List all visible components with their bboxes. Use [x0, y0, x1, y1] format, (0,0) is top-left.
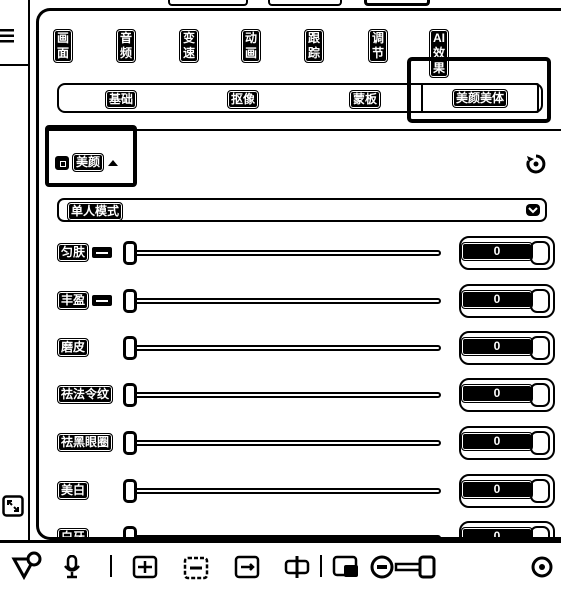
shapes-icon[interactable] [10, 551, 44, 581]
whiten-slider[interactable] [123, 479, 441, 503]
whiten-stepper[interactable]: 0 [459, 474, 555, 508]
tab-tracking[interactable]: 跟踪 [304, 29, 325, 63]
top-tab-stub [364, 0, 430, 6]
slider-label: 美白 [57, 481, 90, 500]
toolbar-divider [320, 555, 322, 577]
slider-row-dark-circles: 祛黑眼圈 0 [53, 425, 555, 461]
tab-picture[interactable]: 画面 [53, 29, 74, 63]
stepper-arrows-icon[interactable] [530, 289, 550, 313]
left-strip-divider [0, 64, 30, 66]
mirror-icon[interactable] [283, 555, 311, 579]
slider-label: 祛法令纹 [57, 385, 114, 404]
beauty-section-label: 美颜 [72, 153, 105, 172]
slider-row-nasolabial: 祛法令纹 0 [53, 377, 555, 413]
stepper-value[interactable]: 0 [461, 527, 533, 537]
stepper-arrows-icon[interactable] [530, 241, 550, 265]
slider-label: 白牙 [57, 528, 90, 537]
vip-badge-icon [92, 294, 113, 306]
pip-icon[interactable] [332, 555, 360, 579]
white-teeth-stepper[interactable]: 0 [459, 521, 555, 537]
tab-animation[interactable]: 动画 [241, 29, 262, 63]
stepper-value[interactable]: 0 [461, 290, 533, 309]
stepper-value[interactable]: 0 [461, 432, 533, 451]
reset-icon[interactable] [525, 153, 547, 175]
slider-thumb[interactable] [123, 526, 137, 537]
split-icon[interactable] [132, 555, 158, 579]
stepper-arrows-icon[interactable] [530, 383, 550, 407]
tab-adjust[interactable]: 调节 [368, 29, 389, 63]
slider-row-plump: 丰盈 0 [53, 283, 555, 319]
slider-row-white-teeth: 白牙 0 [53, 520, 555, 537]
bottom-toolbar [0, 540, 561, 589]
subtab-beauty-body[interactable]: 美颜美体 [421, 83, 539, 113]
zoom-fit-icon[interactable] [530, 555, 554, 579]
left-panel-strip [0, 0, 30, 540]
slider-thumb[interactable] [123, 336, 137, 360]
subtab-basic[interactable]: 基础 [105, 90, 138, 109]
top-tab-stub [168, 0, 248, 6]
subtab-cutout[interactable]: 抠像 [227, 90, 260, 109]
beauty-checkbox[interactable] [55, 155, 69, 170]
stepper-arrows-icon[interactable] [530, 526, 550, 537]
fullscreen-icon[interactable] [2, 495, 24, 517]
properties-panel: 画面 音频 变速 动画 跟踪 调节 AI效果 基础 抠像 蒙板 美颜美体 美颜 … [36, 8, 561, 540]
slider-thumb[interactable] [123, 479, 137, 503]
slider-thumb[interactable] [123, 241, 137, 265]
mode-select[interactable]: 单人模式 [57, 198, 547, 222]
mode-select-value: 单人模式 [67, 202, 124, 221]
slider-label: 匀肤 [57, 243, 90, 262]
freeze-frame-icon[interactable] [182, 555, 210, 581]
tab-audio[interactable]: 音频 [116, 29, 137, 63]
slider-thumb[interactable] [123, 289, 137, 313]
menu-icon[interactable] [0, 28, 16, 44]
collapse-caret-icon[interactable] [108, 159, 119, 166]
slider-row-even-skin: 匀肤 0 [53, 235, 555, 271]
slider-label: 祛黑眼圈 [57, 433, 114, 452]
stepper-arrows-icon[interactable] [530, 431, 550, 455]
subtab-beauty-body-label: 美颜美体 [451, 88, 508, 108]
smooth-stepper[interactable]: 0 [459, 331, 555, 365]
subtab-mask[interactable]: 蒙板 [349, 90, 382, 109]
stepper-value[interactable]: 0 [461, 337, 533, 356]
even-skin-slider[interactable] [123, 241, 441, 265]
nasolabial-slider[interactable] [123, 383, 441, 407]
slider-label: 丰盈 [57, 291, 90, 310]
smooth-slider[interactable] [123, 336, 441, 360]
white-teeth-slider[interactable] [123, 526, 441, 537]
stepper-value[interactable]: 0 [461, 242, 533, 261]
zoom-slider-icon[interactable] [370, 553, 440, 581]
slider-thumb[interactable] [123, 383, 137, 407]
top-tab-stub [268, 0, 342, 6]
slider-label: 磨皮 [57, 338, 90, 357]
vip-badge-icon [92, 246, 113, 258]
slider-row-smooth: 磨皮 0 [53, 330, 555, 366]
slider-thumb[interactable] [123, 431, 137, 455]
dark-circles-stepper[interactable]: 0 [459, 426, 555, 460]
plump-stepper[interactable]: 0 [459, 284, 555, 318]
beauty-section-header[interactable]: 美颜 [55, 153, 119, 172]
crop-icon[interactable] [234, 555, 260, 579]
stepper-value[interactable]: 0 [461, 384, 533, 403]
stepper-value[interactable]: 0 [461, 480, 533, 499]
chevron-down-icon [526, 204, 540, 216]
dark-circles-slider[interactable] [123, 431, 441, 455]
toolbar-divider [110, 555, 112, 577]
slider-row-whiten: 美白 0 [53, 473, 555, 509]
stepper-arrows-icon[interactable] [530, 336, 550, 360]
stepper-arrows-icon[interactable] [530, 479, 550, 503]
microphone-icon[interactable] [62, 555, 82, 579]
plump-slider[interactable] [123, 289, 441, 313]
even-skin-stepper[interactable]: 0 [459, 236, 555, 270]
nasolabial-stepper[interactable]: 0 [459, 378, 555, 412]
tab-speed[interactable]: 变速 [179, 29, 200, 63]
